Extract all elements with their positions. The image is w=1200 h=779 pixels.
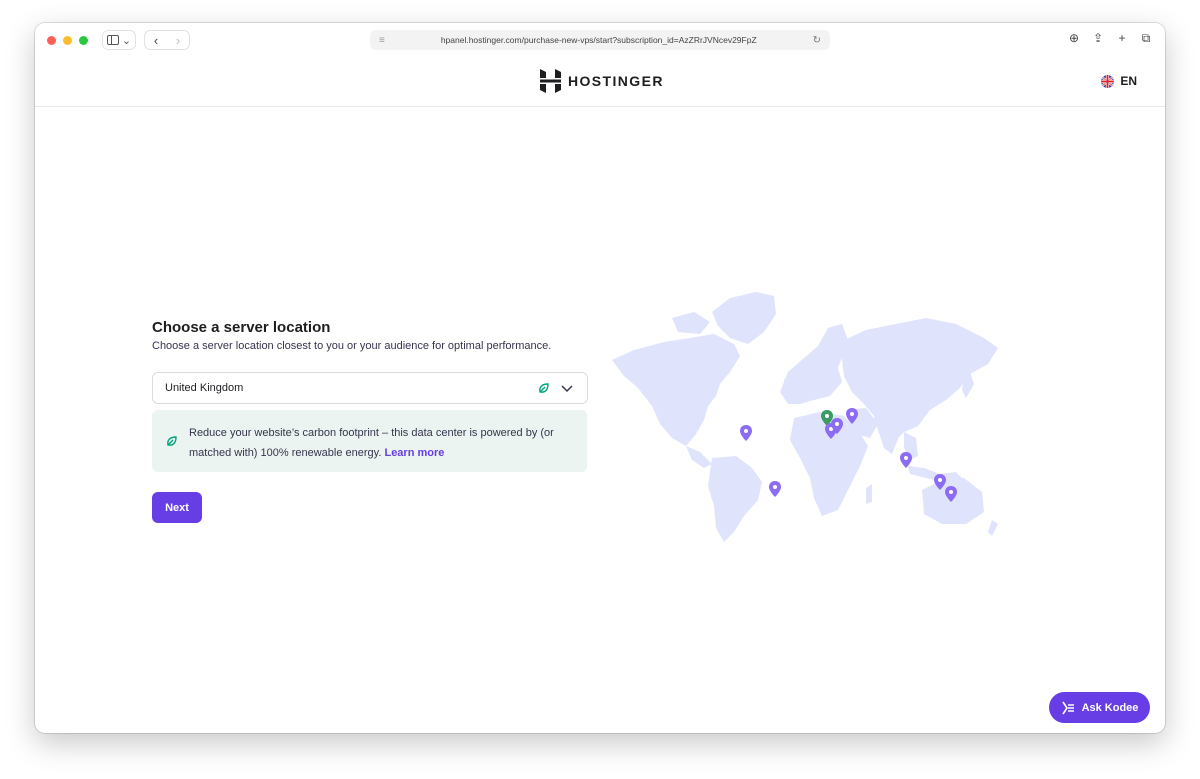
selected-location: United Kingdom xyxy=(165,382,244,394)
page-subtitle: Choose a server location closest to you … xyxy=(152,340,552,352)
browser-toolbar: ⌄ ‹ › ≡ hpanel.hostinger.com/purchase-ne… xyxy=(35,23,1165,57)
maximize-window-button[interactable] xyxy=(79,35,88,45)
close-window-button[interactable] xyxy=(47,35,56,45)
notice-body: Reduce your website’s carbon footprint –… xyxy=(189,427,554,459)
uk-flag-icon xyxy=(1101,74,1115,88)
learn-more-link[interactable]: Learn more xyxy=(384,447,444,459)
map-pin-usa[interactable] xyxy=(740,425,752,441)
share-icon[interactable]: ⇪ xyxy=(1091,31,1105,46)
sidebar-toggle-button[interactable]: ⌄ xyxy=(102,30,136,50)
language-code: EN xyxy=(1120,74,1137,88)
renewable-energy-notice: Reduce your website’s carbon footprint –… xyxy=(152,410,587,472)
reload-icon[interactable]: ↻ xyxy=(813,35,821,46)
back-button[interactable]: ‹ xyxy=(145,33,167,48)
minimize-window-button[interactable] xyxy=(63,35,72,45)
browser-window: ⌄ ‹ › ≡ hpanel.hostinger.com/purchase-ne… xyxy=(35,23,1165,733)
notice-text: Reduce your website’s carbon footprint –… xyxy=(189,423,581,463)
kodee-sparkle-icon xyxy=(1061,701,1074,714)
downloads-icon[interactable]: ⊕ xyxy=(1067,31,1081,46)
eco-leaf-icon xyxy=(167,436,177,446)
sidebar-icon xyxy=(106,35,119,45)
hostinger-logo-icon xyxy=(540,69,561,93)
chevron-down-icon: ⌄ xyxy=(121,34,132,47)
next-button[interactable]: Next xyxy=(152,492,202,523)
address-bar[interactable]: ≡ hpanel.hostinger.com/purchase-new-vps/… xyxy=(370,30,830,50)
history-navigation: ‹ › xyxy=(144,30,190,50)
page-title: Choose a server location xyxy=(152,319,331,336)
map-pin-brazil[interactable] xyxy=(769,481,781,497)
ask-kodee-label: Ask Kodee xyxy=(1081,701,1139,714)
eco-leaf-icon xyxy=(539,383,549,393)
ask-kodee-button[interactable]: Ask Kodee xyxy=(1049,692,1150,723)
toolbar-actions: ⊕ ⇪ + ⧉ xyxy=(1067,31,1153,46)
forward-button[interactable]: › xyxy=(167,33,189,48)
chevron-down-icon xyxy=(561,385,573,393)
map-land xyxy=(612,292,998,542)
tab-overview-icon[interactable]: ⧉ xyxy=(1139,31,1153,46)
server-location-select[interactable]: United Kingdom xyxy=(152,372,588,404)
new-tab-icon[interactable]: + xyxy=(1115,31,1129,46)
window-controls xyxy=(47,35,88,45)
world-map xyxy=(612,292,998,542)
url-text: hpanel.hostinger.com/purchase-new-vps/st… xyxy=(440,35,757,45)
map-pin-india[interactable] xyxy=(900,452,912,468)
language-selector[interactable]: EN xyxy=(1101,74,1137,88)
site-header: HOSTINGER EN xyxy=(35,57,1165,107)
hostinger-logo[interactable]: HOSTINGER xyxy=(540,69,664,93)
logo-text: HOSTINGER xyxy=(568,73,664,89)
